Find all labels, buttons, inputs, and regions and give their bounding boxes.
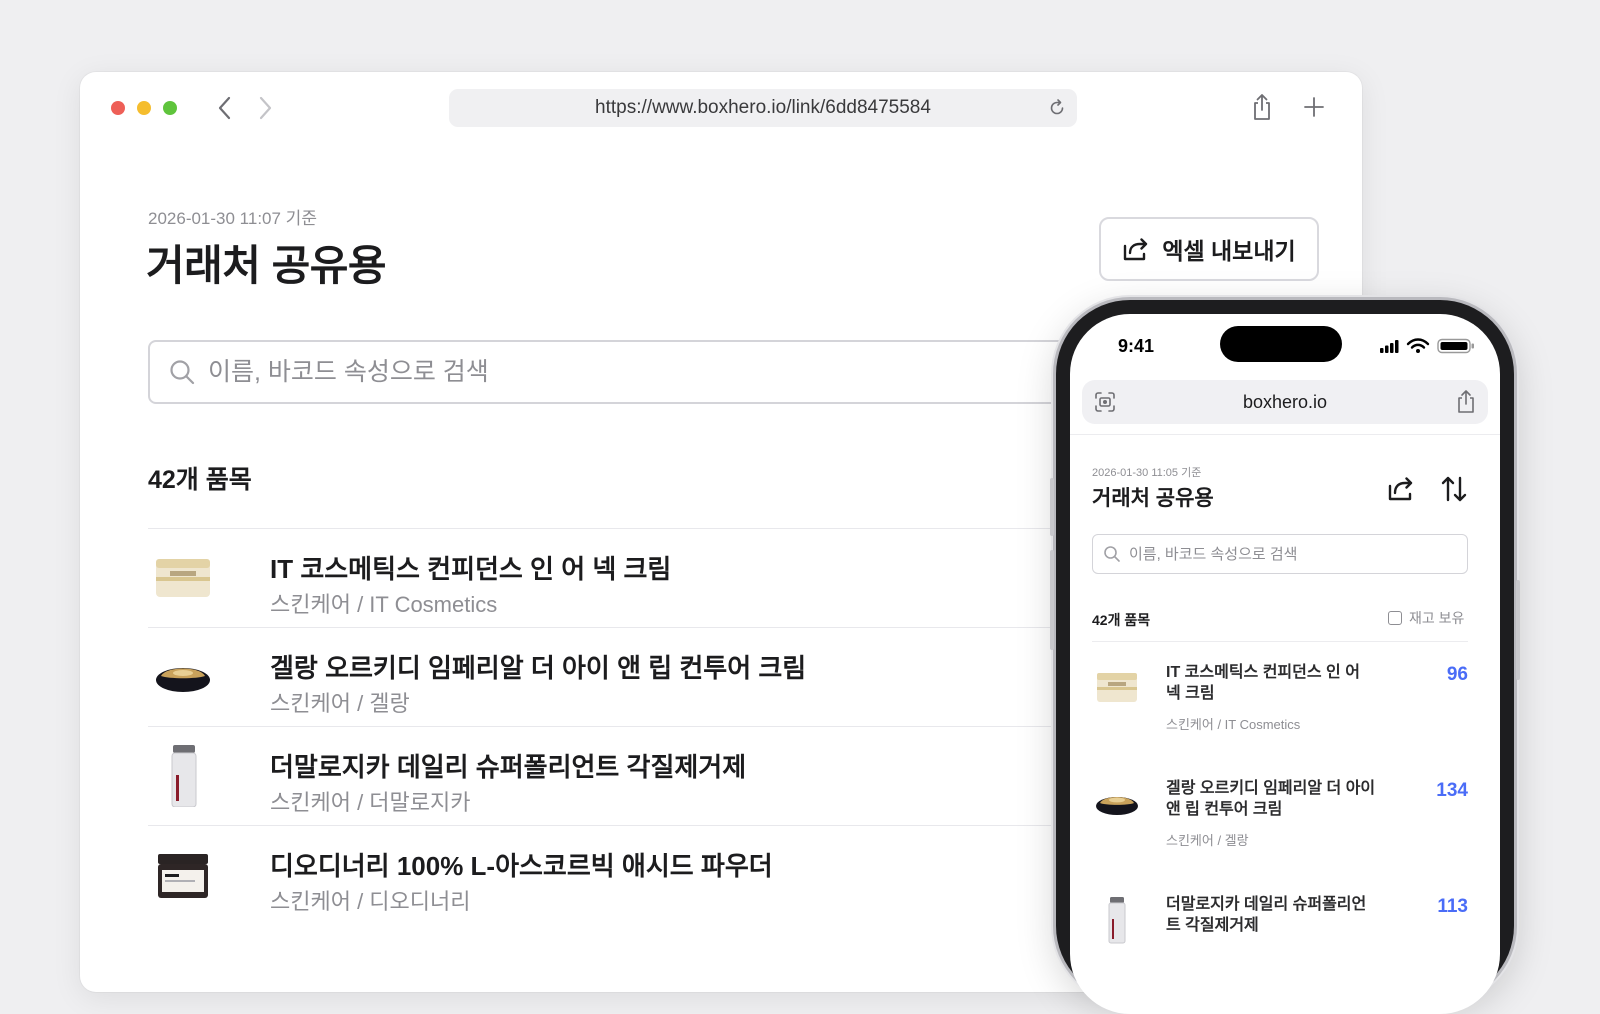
export-icon — [1124, 238, 1148, 261]
item-name: 더말로지카 데일리 슈퍼폴리언트 각질제거제 — [1166, 896, 1367, 934]
list-item[interactable]: 더말로지카 데일리 슈퍼폴리언트 각질제거제 스킨케어 / 더말로지카 — [148, 726, 1148, 825]
back-button[interactable] — [212, 94, 238, 122]
item-category: 스킨케어 / 디오디너리 — [270, 889, 471, 914]
reload-icon[interactable] — [1047, 98, 1067, 118]
volume-button — [1050, 550, 1054, 650]
close-window-button[interactable] — [111, 101, 125, 115]
product-thumbnail — [156, 559, 210, 597]
product-thumbnail — [1108, 897, 1126, 944]
product-thumbnail — [1096, 797, 1138, 815]
dynamic-island — [1220, 326, 1342, 362]
stock-filter-label: 재고 보유 — [1409, 610, 1465, 626]
item-category: 스킨케어 / IT Cosmetics — [270, 592, 498, 617]
new-tab-icon[interactable] — [1302, 95, 1326, 119]
divider — [1070, 434, 1500, 435]
search-input[interactable] — [206, 356, 1010, 388]
item-category: 스킨케어 / IT Cosmetics — [1166, 717, 1301, 732]
list-item[interactable]: 겔랑 오르키디 임페리알 더 아이 앤 립 컨투어 크림 스킨케어 / 겔랑 — [148, 627, 1148, 726]
search-input[interactable] — [1127, 544, 1451, 564]
search-icon — [1104, 546, 1120, 562]
forward-button[interactable] — [252, 94, 278, 122]
mobile-screen: 9:41 boxhero.io 2026-01-30 11:05 기준 거래처 … — [1070, 314, 1500, 1014]
url-text: https://www.boxhero.io/link/6dd8475584 — [595, 97, 931, 118]
signal-icon — [1380, 340, 1399, 353]
list-item[interactable]: 겔랑 오르키디 임페리알 더 아이 앤 립 컨투어 크림 스킨케어 / 겔랑 1… — [1092, 758, 1468, 874]
power-button — [1516, 580, 1520, 680]
search-field[interactable] — [148, 340, 1148, 404]
chevron-left-icon — [218, 96, 231, 120]
minimize-window-button[interactable] — [137, 101, 151, 115]
item-count: 42개 품목 — [148, 466, 252, 494]
item-category: 스킨케어 / 더말로지카 — [270, 790, 471, 815]
search-icon — [170, 360, 195, 385]
status-bar-icons — [1380, 338, 1474, 354]
list-item[interactable]: 더말로지카 데일리 슈퍼폴리언트 각질제거제 113 — [1092, 874, 1468, 990]
product-thumbnail — [156, 668, 210, 692]
item-name: 더말로지카 데일리 슈퍼폴리언트 각질제거제 — [270, 752, 747, 782]
timestamp: 2026-01-30 11:07 기준 — [148, 209, 317, 228]
item-category: 스킨케어 / 겔랑 — [1166, 833, 1249, 848]
export-icon[interactable] — [1386, 474, 1416, 504]
status-time: 9:41 — [1118, 336, 1155, 356]
item-name: 디오디너리 100% L-아스코르빅 애시드 파우더 — [270, 851, 773, 881]
page-title: 거래처 공유용 — [146, 242, 387, 289]
item-quantity: 113 — [1437, 896, 1468, 917]
wifi-icon — [1406, 338, 1430, 353]
stock-filter-toggle[interactable]: 재고 보유 — [1388, 608, 1464, 628]
battery-icon — [1437, 338, 1474, 354]
list-item[interactable]: IT 코스메틱스 컨피던스 인 어 넥 크림 스킨케어 / IT Cosmeti… — [148, 528, 1148, 627]
item-name: IT 코스메틱스 컨피던스 인 어 넥 크림 — [270, 554, 672, 584]
page-menu-icon[interactable] — [1094, 391, 1116, 413]
share-icon[interactable] — [1456, 389, 1476, 415]
item-list: IT 코스메틱스 컨피던스 인 어 넥 크림 스킨케어 / IT Cosmeti… — [148, 528, 1148, 924]
address-bar[interactable]: https://www.boxhero.io/link/6dd8475584 — [449, 89, 1077, 127]
list-item[interactable]: IT 코스메틱스 컨피던스 인 어 넥 크림 스킨케어 / IT Cosmeti… — [1092, 642, 1468, 758]
item-name: 겔랑 오르키디 임페리알 더 아이 앤 립 컨투어 크림 — [1166, 780, 1376, 818]
page-title: 거래처 공유용 — [1092, 487, 1214, 510]
list-item[interactable]: 디오디너리 100% L-아스코르빅 애시드 파우더 스킨케어 / 디오디너리 — [148, 825, 1148, 924]
search-field[interactable] — [1092, 534, 1468, 574]
product-thumbnail — [158, 854, 208, 898]
mobile-address-bar[interactable]: boxhero.io — [1082, 380, 1488, 424]
chevron-right-icon — [259, 96, 272, 120]
item-quantity: 134 — [1436, 780, 1468, 801]
mobile-url-text: boxhero.io — [1242, 391, 1328, 412]
item-quantity: 96 — [1446, 664, 1468, 685]
share-icon[interactable] — [1250, 92, 1274, 122]
maximize-window-button[interactable] — [163, 101, 177, 115]
export-button-label: 엑셀 내보내기 — [1162, 238, 1296, 264]
product-thumbnail — [171, 745, 197, 807]
stock-filter-checkbox[interactable] — [1388, 611, 1402, 625]
item-category: 스킨케어 / 겔랑 — [270, 691, 410, 716]
timestamp: 2026-01-30 11:05 기준 — [1092, 467, 1202, 479]
sort-icon[interactable] — [1440, 474, 1468, 504]
volume-button — [1050, 478, 1054, 536]
item-name: IT 코스메틱스 컨피던스 인 어 넥 크림 — [1166, 664, 1360, 702]
item-count: 42개 품목 — [1092, 612, 1151, 628]
mobile-phone-frame: 9:41 boxhero.io 2026-01-30 11:05 기준 거래처 … — [1050, 300, 1520, 1014]
export-excel-button[interactable]: 엑셀 내보내기 — [1099, 217, 1319, 281]
item-name: 겔랑 오르키디 임페리알 더 아이 앤 립 컨투어 크림 — [270, 653, 807, 683]
product-thumbnail — [1097, 673, 1137, 702]
